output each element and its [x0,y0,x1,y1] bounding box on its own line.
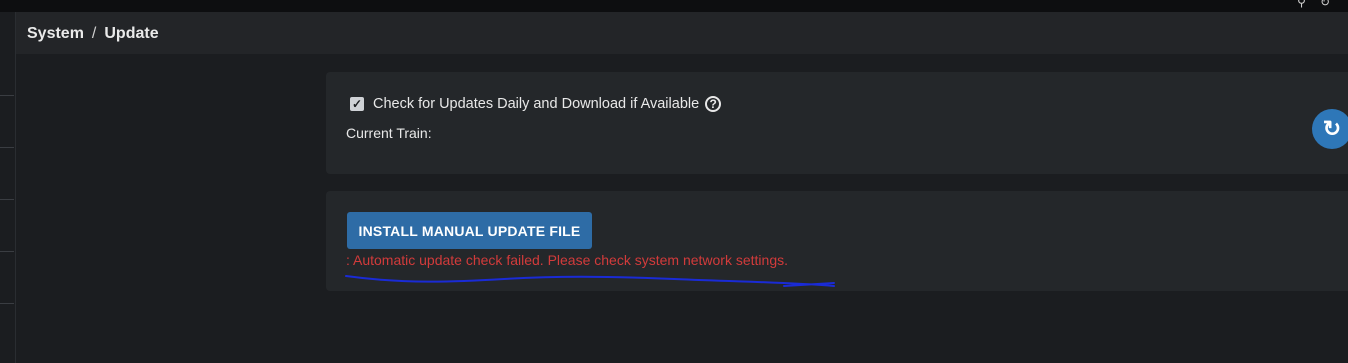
top-bar: ⚲↻ [0,0,1348,12]
update-error-message: : Automatic update check failed. Please … [346,252,788,268]
auto-check-checkbox[interactable]: ✓ [350,97,364,111]
install-manual-update-button[interactable]: INSTALL MANUAL UPDATE FILE [347,212,592,249]
rail-divider [0,95,14,96]
rail-divider [0,251,14,252]
auto-check-label: Check for Updates Daily and Download if … [373,96,700,112]
check-icon: ✓ [351,97,363,111]
breadcrumb-parent[interactable]: System [27,25,84,43]
refresh-icon: ↻ [1322,116,1342,141]
annotation-underline [345,275,835,287]
update-settings-card: ✓ Check for Updates Daily and Download i… [326,72,1348,174]
rail-divider [0,303,14,304]
breadcrumb: System / Update [27,25,159,43]
help-circle-icon[interactable]: ? [705,96,722,112]
top-bar-icons[interactable]: ⚲↻ [1297,0,1344,9]
sidebar-rail [0,12,16,363]
rail-divider [0,199,14,200]
page-header: System / Update [16,12,1348,54]
breadcrumb-separator: / [91,25,97,42]
refresh-button[interactable]: ↻ [1312,109,1348,149]
breadcrumb-current: Update [104,25,159,42]
auto-check-row: ✓ Check for Updates Daily and Download i… [350,96,722,112]
rail-divider [0,147,14,148]
current-train-label: Current Train: [346,125,432,141]
